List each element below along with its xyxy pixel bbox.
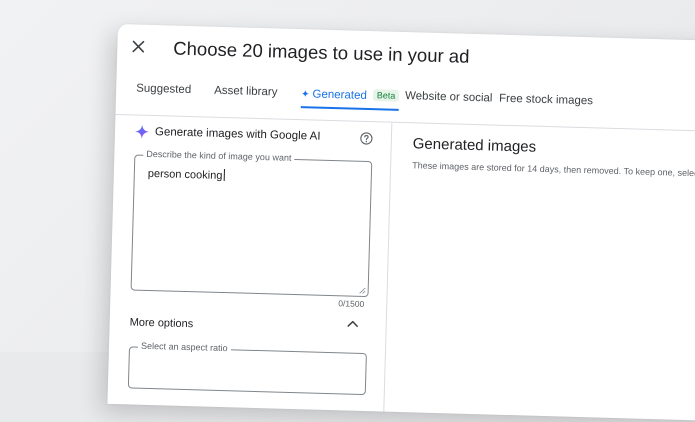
beta-badge: Beta xyxy=(372,89,400,102)
resize-handle-icon[interactable] xyxy=(359,287,366,294)
more-options-label[interactable]: More options xyxy=(130,316,194,330)
prompt-value: person cooking xyxy=(147,167,223,182)
prompt-value-line: person cooking xyxy=(148,167,225,182)
image-picker-dialog: Choose 20 images to use in your ad Sugge… xyxy=(107,24,695,422)
chevron-up-icon[interactable] xyxy=(346,316,360,330)
tab-label: Asset library xyxy=(214,84,278,99)
generator-heading: Generate images with Google AI xyxy=(135,124,321,144)
tab-free-stock-images[interactable]: Free stock images xyxy=(499,93,593,114)
tab-label: Suggested xyxy=(136,82,192,97)
google-ai-sparkle-icon xyxy=(135,124,149,139)
tab-label: Website or social xyxy=(404,90,493,105)
tab-website-or-social[interactable]: Website or social xyxy=(405,90,493,110)
tab-label: Generated xyxy=(312,88,368,102)
tab-label: Free stock images xyxy=(498,92,594,108)
prompt-label: Describe the kind of image you want xyxy=(143,148,295,163)
generator-heading-text: Generate images with Google AI xyxy=(154,126,321,143)
help-icon[interactable] xyxy=(360,132,373,145)
generated-images-title: Generated images xyxy=(412,135,537,156)
tab-asset-library[interactable]: Asset library xyxy=(214,85,278,105)
text-caret xyxy=(223,169,225,182)
tab-suggested[interactable]: Suggested xyxy=(136,83,191,103)
character-counter: 0/1500 xyxy=(338,298,365,309)
aspect-ratio-select[interactable]: Select an aspect ratio xyxy=(127,340,367,396)
tab-generated[interactable]: ✦ Generated Beta xyxy=(300,87,400,111)
sparkle-icon: ✦ xyxy=(300,89,310,101)
dialog-title: Choose 20 images to use in your ad xyxy=(173,37,470,67)
panel-divider xyxy=(383,122,393,412)
prompt-textarea[interactable]: Describe the kind of image you want pers… xyxy=(130,148,373,298)
generated-images-description: These images are stored for 14 days, the… xyxy=(412,160,695,179)
close-icon[interactable] xyxy=(129,37,147,55)
aspect-ratio-label: Select an aspect ratio xyxy=(137,340,231,354)
